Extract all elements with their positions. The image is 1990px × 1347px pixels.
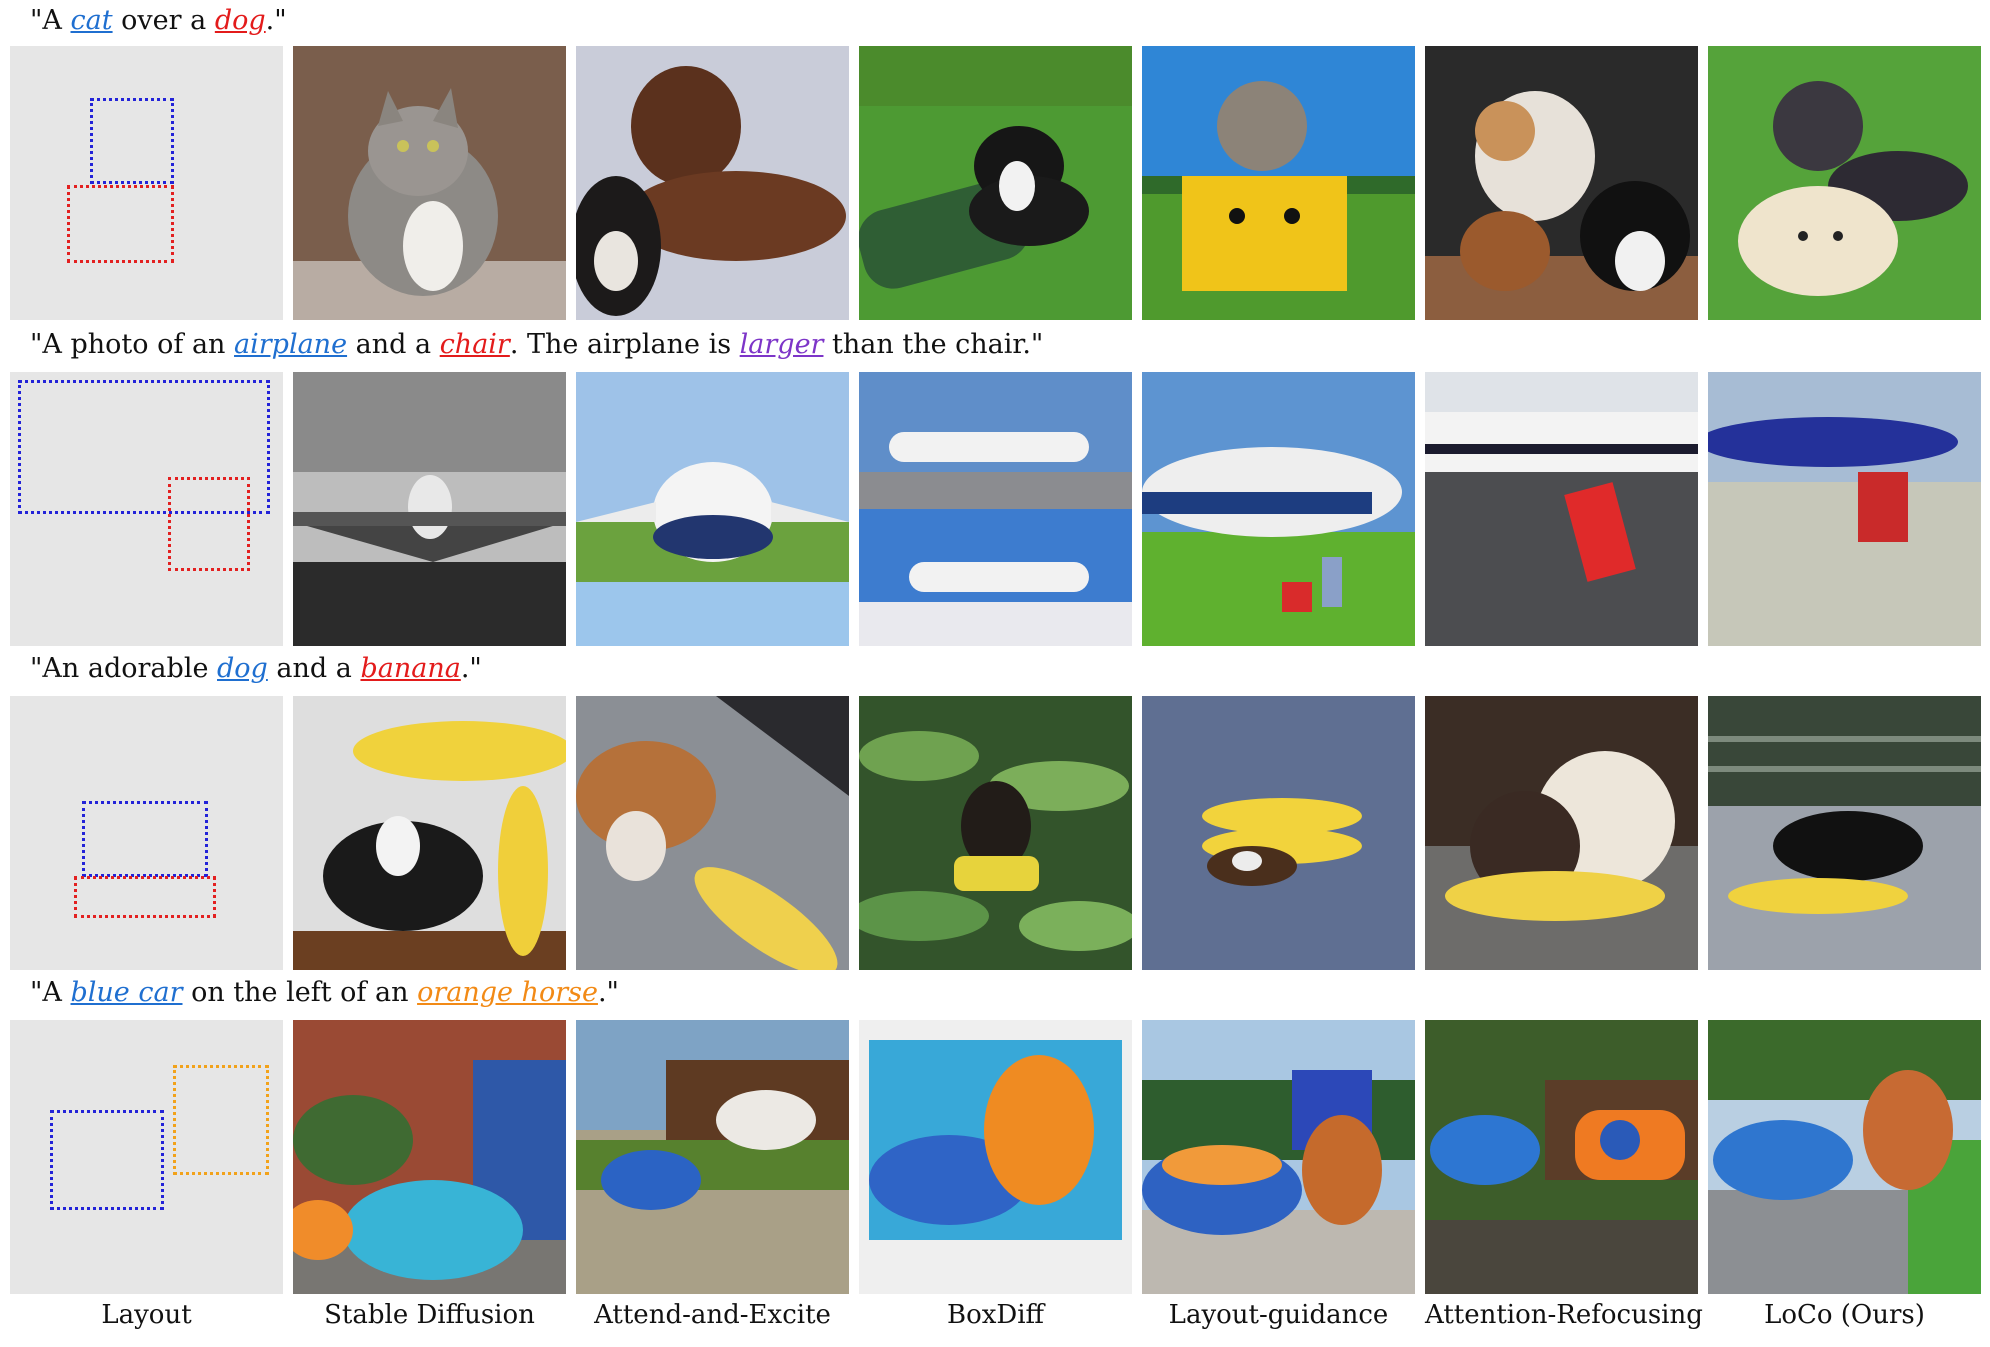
- prompt-text: "A: [30, 977, 71, 1008]
- prompt-text: "A: [30, 5, 71, 36]
- generated-image: [576, 372, 849, 646]
- token-chair: chair: [439, 329, 510, 360]
- prompt-text: over a: [112, 5, 215, 36]
- token-dog: dog: [214, 5, 266, 36]
- prompt-text: and a: [267, 653, 361, 684]
- prompt-text: .": [460, 653, 482, 684]
- token-airplane: airplane: [234, 329, 348, 360]
- column-label-stable-diffusion: Stable Diffusion: [324, 1300, 535, 1330]
- prompt-text: .": [265, 5, 287, 36]
- prompt-text: and a: [347, 329, 440, 360]
- generated-image: [859, 1020, 1132, 1294]
- token-banana: banana: [360, 653, 461, 684]
- column-label-layout-guidance: Layout-guidance: [1168, 1300, 1389, 1330]
- prompt-4: "A blue car on the left of an orange hor…: [30, 976, 619, 1010]
- generated-image: [293, 696, 566, 970]
- generated-image: [859, 372, 1132, 646]
- token-orange-horse: orange horse: [417, 977, 598, 1008]
- generated-image: [859, 46, 1132, 320]
- generated-image: [1708, 1020, 1981, 1294]
- generated-image: [1425, 46, 1698, 320]
- column-label-loco: LoCo (Ours): [1764, 1300, 1925, 1330]
- generated-image: [1425, 1020, 1698, 1294]
- bbox-cat: [90, 98, 174, 184]
- generated-image: [576, 696, 849, 970]
- bbox-chair: [168, 477, 250, 571]
- bbox-dog: [67, 185, 174, 263]
- result-row-3: [10, 696, 1985, 970]
- token-larger: larger: [739, 329, 824, 360]
- column-label-boxdiff: BoxDiff: [946, 1300, 1045, 1330]
- token-cat: cat: [70, 5, 113, 36]
- column-label-layout: Layout: [101, 1300, 192, 1330]
- layout-panel: [10, 372, 283, 646]
- prompt-text: "A photo of an: [30, 329, 235, 360]
- prompt-text: .": [597, 977, 619, 1008]
- generated-image: [1425, 372, 1698, 646]
- generated-image: [1142, 1020, 1415, 1294]
- generated-image: [576, 46, 849, 320]
- column-label-attention-refocusing: Attention-Refocusing: [1425, 1300, 1703, 1330]
- result-row-2: [10, 372, 1985, 646]
- prompt-text: on the left of an: [182, 977, 418, 1008]
- prompt-text: . The airplane is: [509, 329, 740, 360]
- prompt-text: than the chair.": [823, 329, 1044, 360]
- generated-image: [1708, 372, 1981, 646]
- generated-image: [293, 1020, 566, 1294]
- result-row-1: [10, 46, 1985, 320]
- layout-panel: [10, 46, 283, 320]
- bbox-blue-car: [50, 1110, 164, 1210]
- generated-image: [576, 1020, 849, 1294]
- generated-image: [1708, 46, 1981, 320]
- prompt-2: "A photo of an airplane and a chair. The…: [30, 328, 1043, 362]
- result-row-4: [10, 1020, 1985, 1294]
- bbox-banana: [74, 876, 216, 918]
- generated-image: [859, 696, 1132, 970]
- generated-image: [1708, 696, 1981, 970]
- generated-image: [1142, 372, 1415, 646]
- generated-image: [293, 46, 566, 320]
- layout-panel: [10, 1020, 283, 1294]
- token-blue-car: blue car: [70, 977, 183, 1008]
- layout-panel: [10, 696, 283, 970]
- bbox-dog: [82, 801, 208, 877]
- generated-image: [1425, 696, 1698, 970]
- token-dog: dog: [217, 653, 268, 684]
- prompt-text: "An adorable: [30, 653, 218, 684]
- generated-image: [1142, 696, 1415, 970]
- generated-image: [293, 372, 566, 646]
- prompt-1: "A cat over a dog.": [30, 4, 287, 38]
- generated-image: [1142, 46, 1415, 320]
- bbox-orange-horse: [173, 1065, 269, 1175]
- prompt-3: "An adorable dog and a banana.": [30, 652, 482, 686]
- column-label-attend-and-excite: Attend-and-Excite: [594, 1300, 831, 1330]
